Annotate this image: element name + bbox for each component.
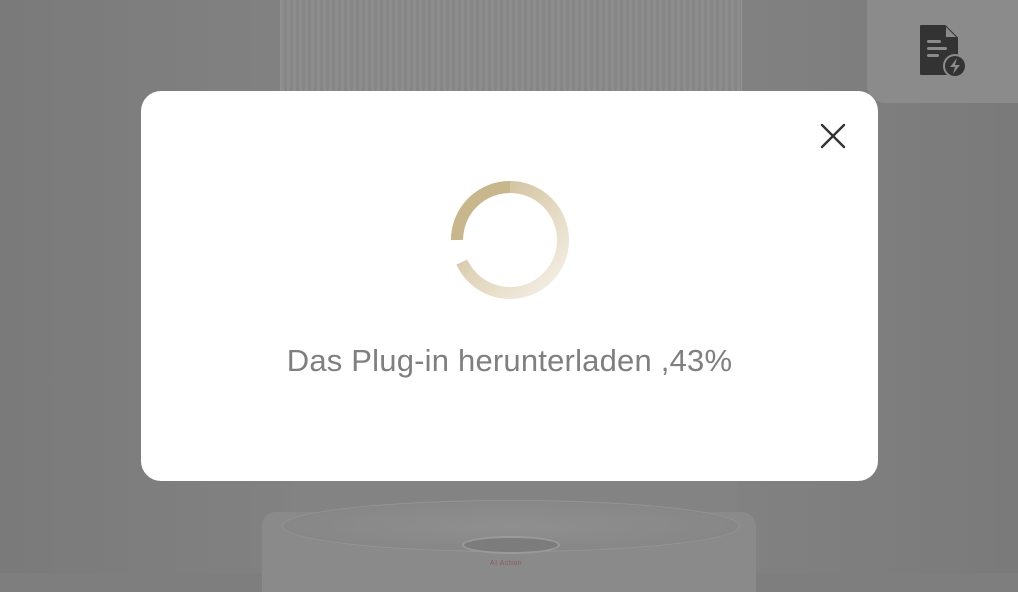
close-icon <box>820 123 846 154</box>
device-logo: AI Action <box>490 560 523 567</box>
loading-spinner-icon <box>450 180 570 300</box>
progress-separator: , <box>651 343 670 378</box>
log-button[interactable] <box>867 0 1018 103</box>
progress-message: Das Plug-in herunterladen <box>286 343 652 378</box>
device-ring-image <box>462 536 560 554</box>
download-dialog: Das Plug-in herunterladen ,43% <box>141 91 878 481</box>
close-button[interactable] <box>818 123 848 153</box>
progress-percent: 43% <box>669 343 733 378</box>
document-lightning-icon <box>917 24 969 80</box>
download-progress-text: Das Plug-in herunterladen ,43% <box>141 343 878 379</box>
